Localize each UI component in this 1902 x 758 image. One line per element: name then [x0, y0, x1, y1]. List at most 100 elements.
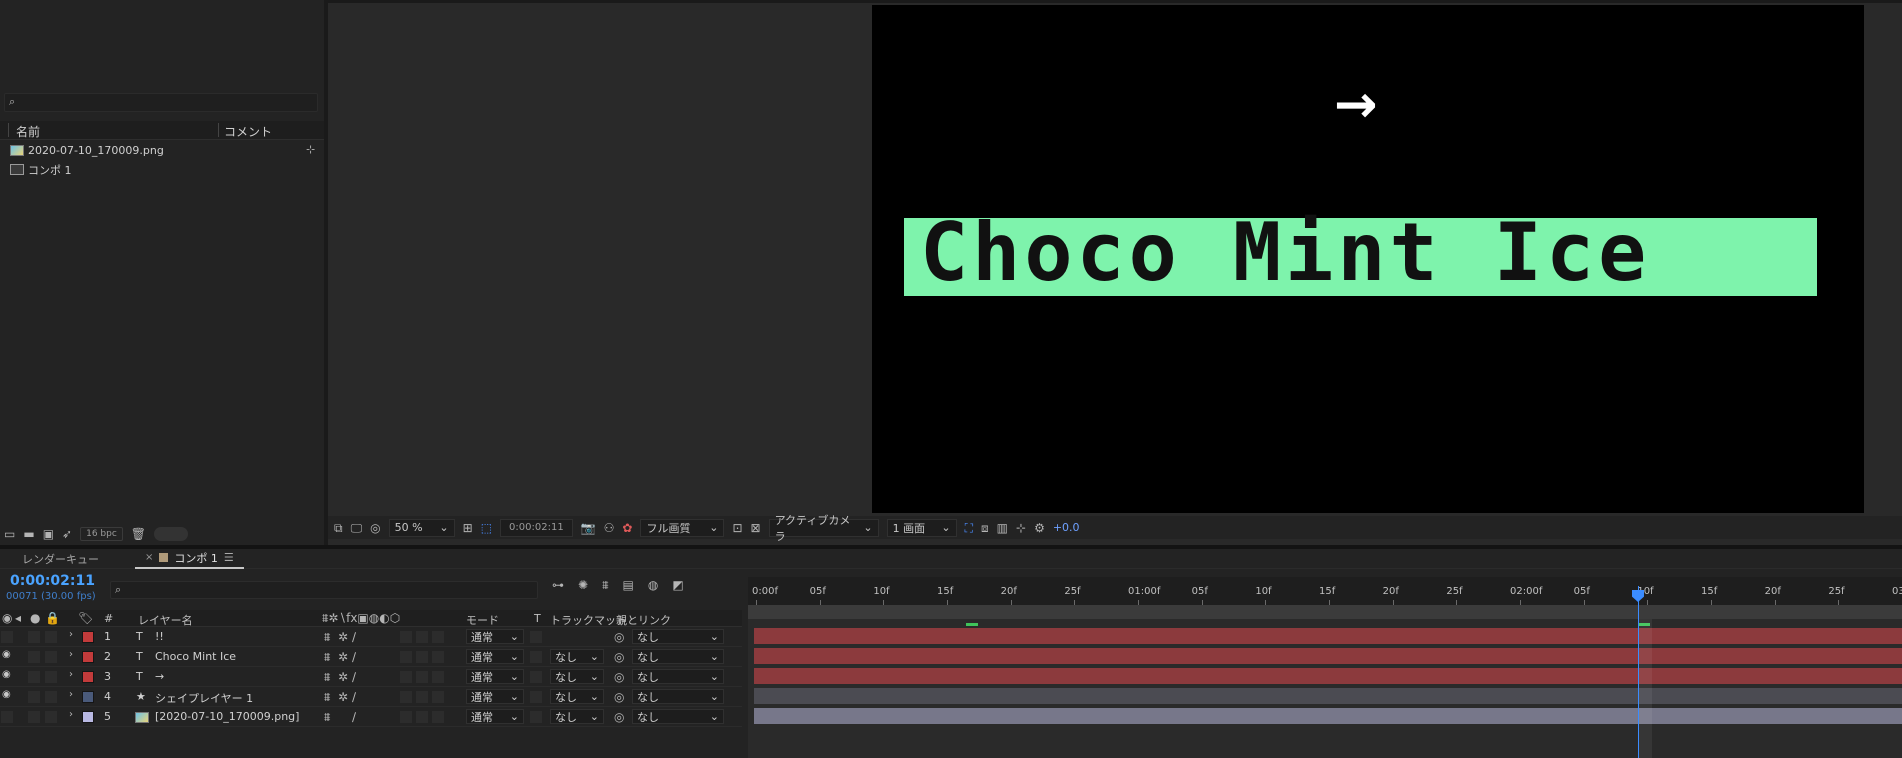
switch-box[interactable] [432, 631, 444, 643]
keyframe-marker[interactable] [966, 623, 978, 626]
interpret-footage-icon[interactable]: ▭ [4, 528, 15, 540]
pickwhip-icon[interactable]: ◎ [614, 671, 624, 683]
draft-3d-icon[interactable]: ✺ [578, 579, 588, 591]
lock-toggle[interactable] [45, 631, 57, 643]
column-name[interactable]: 名前 [16, 123, 40, 140]
color-channel-icon[interactable]: ✿ [622, 522, 632, 534]
bpc-toggle[interactable]: 16 bpc [80, 526, 123, 541]
comp-flowchart-icon[interactable]: ⊶ [552, 579, 564, 591]
layer-name[interactable]: Choco Mint Ice [155, 650, 236, 663]
layer-row[interactable]: › 5 [2020-07-10_170009.png] ⩩ ∕ 通常 ⌄ なし ⌄ ◎ なし ⌄ [0, 708, 742, 727]
layer-duration-bar[interactable] [754, 668, 1902, 684]
timeline-icon[interactable]: ▥ [997, 522, 1008, 534]
layer-row[interactable]: › 1 T!! ⩩ ✲ ∕ 通常 ⌄ ◎ なし ⌄ [0, 628, 742, 647]
parent-dropdown[interactable]: なし ⌄ [632, 629, 724, 644]
switch-box[interactable] [432, 651, 444, 663]
preserve-transparency-toggle[interactable] [530, 631, 542, 643]
layer-name[interactable]: [2020-07-10_170009.png] [155, 710, 299, 723]
view-layout-dropdown[interactable]: 1 画面 ⌄ [886, 518, 957, 537]
graph-editor-icon[interactable]: ◩ [672, 579, 683, 591]
chevron-right-icon[interactable]: › [69, 650, 73, 660]
switch-box[interactable] [416, 631, 428, 643]
mode-dropdown[interactable]: 通常 ⌄ [466, 689, 524, 704]
menu-icon[interactable]: ☰ [224, 551, 234, 564]
chevron-right-icon[interactable]: › [69, 630, 73, 640]
work-area-bar[interactable] [748, 605, 1902, 619]
switch-quality-icon[interactable]: ∕ [352, 671, 356, 683]
solo-toggle[interactable] [28, 651, 40, 663]
parent-dropdown[interactable]: なし ⌄ [632, 649, 724, 664]
layer-row[interactable]: ◉ › 4 ★ シェイプレイヤー 1 ⩩ ✲ ∕ 通常 ⌄ なし ⌄ ◎ なし ⌄ [0, 688, 742, 707]
project-item-comp[interactable]: コンポ 1 [10, 160, 310, 179]
composition-canvas[interactable]: Choco Mint Ice → [872, 5, 1864, 513]
trackmatte-dropdown[interactable]: なし ⌄ [550, 689, 604, 704]
exposure-value[interactable]: +0.0 [1053, 521, 1080, 534]
tab-render-queue[interactable]: レンダーキュー [0, 549, 109, 569]
render-icon[interactable]: ➶ [62, 528, 72, 540]
layer-duration-bar[interactable] [754, 708, 1902, 724]
column-mode[interactable]: モード [466, 612, 499, 628]
trackmatte-dropdown[interactable]: なし ⌄ [550, 669, 604, 684]
switch-shy-icon[interactable]: ⩩ [324, 691, 330, 703]
label-color-swatch[interactable] [82, 691, 94, 703]
switch-quality-icon[interactable]: ∕ [352, 651, 356, 663]
switch-shy-icon[interactable]: ⩩ [324, 671, 330, 683]
parent-dropdown[interactable]: なし ⌄ [632, 689, 724, 704]
timeline-timecode[interactable]: 0:00:02:11 [10, 573, 95, 589]
motion-blur-icon[interactable]: ◍ [648, 579, 658, 591]
column-comment[interactable]: コメント [224, 123, 272, 140]
switch-box[interactable] [416, 691, 428, 703]
switch-box[interactable] [400, 651, 412, 663]
tab-comp-1[interactable]: × コンポ 1 ☰ [135, 549, 244, 569]
project-search-input[interactable]: ⌕ [4, 93, 318, 112]
switch-shy-icon[interactable]: ⩩ [324, 711, 330, 723]
chevron-right-icon[interactable]: › [69, 670, 73, 680]
label-color-swatch[interactable] [82, 671, 94, 683]
lock-toggle[interactable] [45, 671, 57, 683]
visibility-toggle[interactable] [1, 711, 13, 723]
pickwhip-icon[interactable]: ◎ [614, 691, 624, 703]
switch-box[interactable] [400, 711, 412, 723]
playhead-line[interactable] [1638, 586, 1639, 758]
thumbnail-slider[interactable] [154, 526, 189, 541]
switch-box[interactable] [432, 711, 444, 723]
switch-box[interactable] [400, 671, 412, 683]
column-parent[interactable]: 親とリンク [616, 612, 671, 628]
switch-box[interactable] [432, 671, 444, 683]
time-ruler[interactable]: 0:00f 05f 10f 15f 20f 25f 01:00f 05f 10f 15f 20f 25… [748, 577, 1902, 605]
shy-layers-icon[interactable]: ⩩ [602, 579, 608, 591]
eye-icon[interactable]: ◉ [2, 650, 11, 660]
flowchart-icon[interactable]: ⊹ [1016, 522, 1026, 534]
switch-collapse-icon[interactable]: ✲ [338, 691, 348, 703]
layer-name[interactable]: !! [155, 630, 164, 643]
visibility-toggle[interactable] [1, 631, 13, 643]
show-snapshot-icon[interactable]: ⚇ [604, 522, 615, 534]
pickwhip-icon[interactable]: ◎ [614, 711, 624, 723]
lock-toggle[interactable] [45, 711, 57, 723]
monitor-icon[interactable]: 🖵 [351, 522, 363, 534]
camera-dropdown[interactable]: アクティブカメラ ⌄ [768, 514, 879, 543]
zoom-dropdown[interactable]: 50 % ⌄ [388, 518, 455, 537]
solo-toggle[interactable] [28, 711, 40, 723]
layer-duration-bar[interactable] [754, 648, 1902, 664]
switch-collapse-icon[interactable]: ✲ [338, 631, 348, 643]
mode-dropdown[interactable]: 通常 ⌄ [466, 629, 524, 644]
solo-toggle[interactable] [28, 691, 40, 703]
solo-toggle[interactable] [28, 671, 40, 683]
trackmatte-dropdown[interactable]: なし ⌄ [550, 709, 604, 724]
frame-blending-icon[interactable]: ▤ [622, 579, 633, 591]
layer-row[interactable]: ◉ › 2 T Choco Mint Ice ⩩ ✲ ∕ 通常 ⌄ なし ⌄ ◎ なし ⌄ [0, 648, 742, 667]
renderer-icon[interactable]: ⧈ [981, 522, 989, 534]
camera-snapshot-icon[interactable]: 📷 [581, 522, 596, 534]
layer-name[interactable]: シェイプレイヤー 1 [155, 690, 253, 706]
current-time-display[interactable]: 0:00:02:11 [500, 518, 573, 537]
layer-row[interactable]: ◉ › 3 T → ⩩ ✲ ∕ 通常 ⌄ なし ⌄ ◎ なし ⌄ [0, 668, 742, 687]
solo-toggle[interactable] [28, 631, 40, 643]
mask-icon[interactable]: ◎ [370, 522, 380, 534]
new-folder-icon[interactable]: ▬ [23, 528, 34, 540]
switch-box[interactable] [416, 711, 428, 723]
resolution-dropdown[interactable]: フル画質 ⌄ [640, 518, 725, 537]
switch-box[interactable] [400, 631, 412, 643]
mode-dropdown[interactable]: 通常 ⌄ [466, 669, 524, 684]
new-comp-icon[interactable]: ▣ [43, 528, 54, 540]
